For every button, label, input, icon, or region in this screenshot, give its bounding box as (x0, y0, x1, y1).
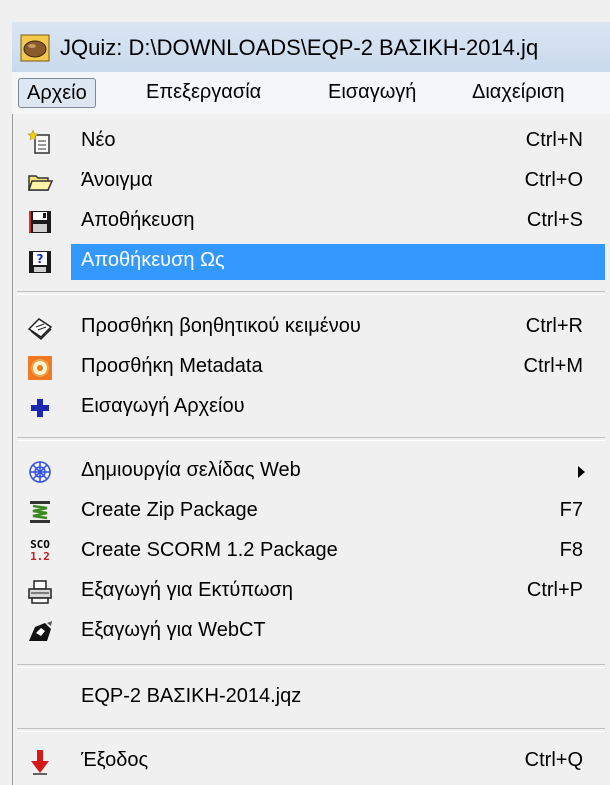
menu-item-label: Εξαγωγή για WebCT (81, 619, 266, 641)
menu-item-label: Άνοιγμα (81, 169, 153, 191)
menu-item-shortcut: Ctrl+R (525, 315, 583, 337)
menu-item-create-scorm[interactable]: SCO 1.2 Create SCORM 1.2 Package F8 (17, 534, 605, 570)
menu-item-label: Έξοδος (81, 749, 149, 771)
scorm-icon-bottom: 1.2 (30, 550, 50, 563)
menu-item-shortcut: Ctrl+O (524, 169, 583, 191)
menu-item-export-webct[interactable]: Εξαγωγή για WebCT (17, 614, 605, 650)
menu-item-label: Εισαγωγή Αρχείου (81, 395, 245, 417)
menu-item-shortcut: F8 (559, 539, 583, 561)
menu-file[interactable]: Αρχείο (18, 78, 96, 108)
menu-manage[interactable]: Διαχείριση (464, 78, 573, 106)
app-window: JQuiz: D:\DOWNLOADS\EQP-2 ΒΑΣΙΚΗ-2014.jq… (0, 0, 610, 785)
menu-separator (17, 291, 605, 295)
plus-icon (31, 399, 49, 417)
menu-item-open[interactable]: Άνοιγμα Ctrl+O (17, 164, 605, 200)
web-page-icon (29, 461, 51, 483)
svg-text:?: ? (37, 252, 44, 266)
webct-icon (29, 621, 52, 641)
menu-item-new[interactable]: Νέο Ctrl+N (17, 124, 605, 160)
menu-item-create-zip[interactable]: Create Zip Package F7 (17, 494, 605, 530)
menu-separator (17, 664, 605, 668)
menu-item-label: Προσθήκη βοηθητικού κειμένου (81, 315, 361, 337)
reading-text-icon (27, 318, 53, 341)
jquiz-app-icon (20, 34, 50, 62)
scorm-icon: SCO 1.2 (27, 539, 53, 565)
menu-item-label: Αποθήκευση Ως (81, 249, 225, 271)
menu-item-save-as[interactable]: Αποθήκευση Ως (71, 244, 605, 280)
menu-item-import-file[interactable]: Εισαγωγή Αρχείου (17, 390, 605, 426)
printer-icon (28, 580, 52, 604)
menu-item-label: Προσθήκη Metadata (81, 355, 263, 377)
file-dropdown-menu: Νέο Ctrl+N Άνοιγμα Ctrl+O Αποθήκευση Ctr… (12, 114, 610, 785)
menu-item-label: Δημιουργία σελίδας Web (81, 459, 301, 481)
zip-icon (30, 501, 50, 523)
menu-item-exit[interactable]: Έξοδος Ctrl+Q (17, 744, 605, 780)
menu-edit[interactable]: Επεξεργασία (138, 78, 269, 106)
new-file-icon (27, 129, 50, 154)
menu-bar: Αρχείο Επεξεργασία Εισαγωγή Διαχείριση (12, 72, 610, 115)
menu-item-export-print[interactable]: Εξαγωγή για Εκτύπωση Ctrl+P (17, 574, 605, 610)
menu-item-shortcut: Ctrl+M (523, 355, 583, 377)
save-as-icon: ? (29, 251, 51, 273)
menu-separator (17, 728, 605, 732)
metadata-icon (28, 356, 52, 380)
menu-item-add-reading-text[interactable]: Προσθήκη βοηθητικού κειμένου Ctrl+R (17, 310, 605, 346)
menu-item-shortcut: F7 (559, 499, 583, 521)
menu-item-save[interactable]: Αποθήκευση Ctrl+S (17, 204, 605, 240)
title-bar: JQuiz: D:\DOWNLOADS\EQP-2 ΒΑΣΙΚΗ-2014.jq (12, 22, 610, 72)
menu-item-label: Create SCORM 1.2 Package (81, 539, 338, 561)
menu-item-add-metadata[interactable]: Προσθήκη Metadata Ctrl+M (17, 350, 605, 386)
menu-item-shortcut: Ctrl+S (526, 209, 583, 231)
menu-item-label: EQP-2 ΒΑΣΙΚΗ-2014.jqz (81, 685, 302, 707)
exit-arrow-icon (31, 750, 49, 775)
menu-item-shortcut: Ctrl+P (526, 579, 583, 601)
menu-item-shortcut: Ctrl+N (525, 129, 583, 151)
window-title: JQuiz: D:\DOWNLOADS\EQP-2 ΒΑΣΙΚΗ-2014.jq (60, 35, 539, 60)
menu-item-recent-file[interactable]: EQP-2 ΒΑΣΙΚΗ-2014.jqz (17, 680, 605, 716)
submenu-arrow-icon (578, 466, 585, 478)
menu-item-label: Create Zip Package (81, 499, 258, 521)
menu-item-shortcut: Ctrl+Q (524, 749, 583, 771)
menu-item-label: Νέο (81, 129, 116, 151)
menu-item-label: Αποθήκευση (81, 209, 195, 231)
menu-insert[interactable]: Εισαγωγή (320, 78, 424, 106)
save-disk-icon (29, 211, 51, 233)
menu-separator (17, 437, 605, 441)
open-folder-icon (27, 175, 53, 191)
menu-item-label: Εξαγωγή για Εκτύπωση (81, 579, 293, 601)
menu-item-create-web-page[interactable]: Δημιουργία σελίδας Web (17, 454, 605, 490)
